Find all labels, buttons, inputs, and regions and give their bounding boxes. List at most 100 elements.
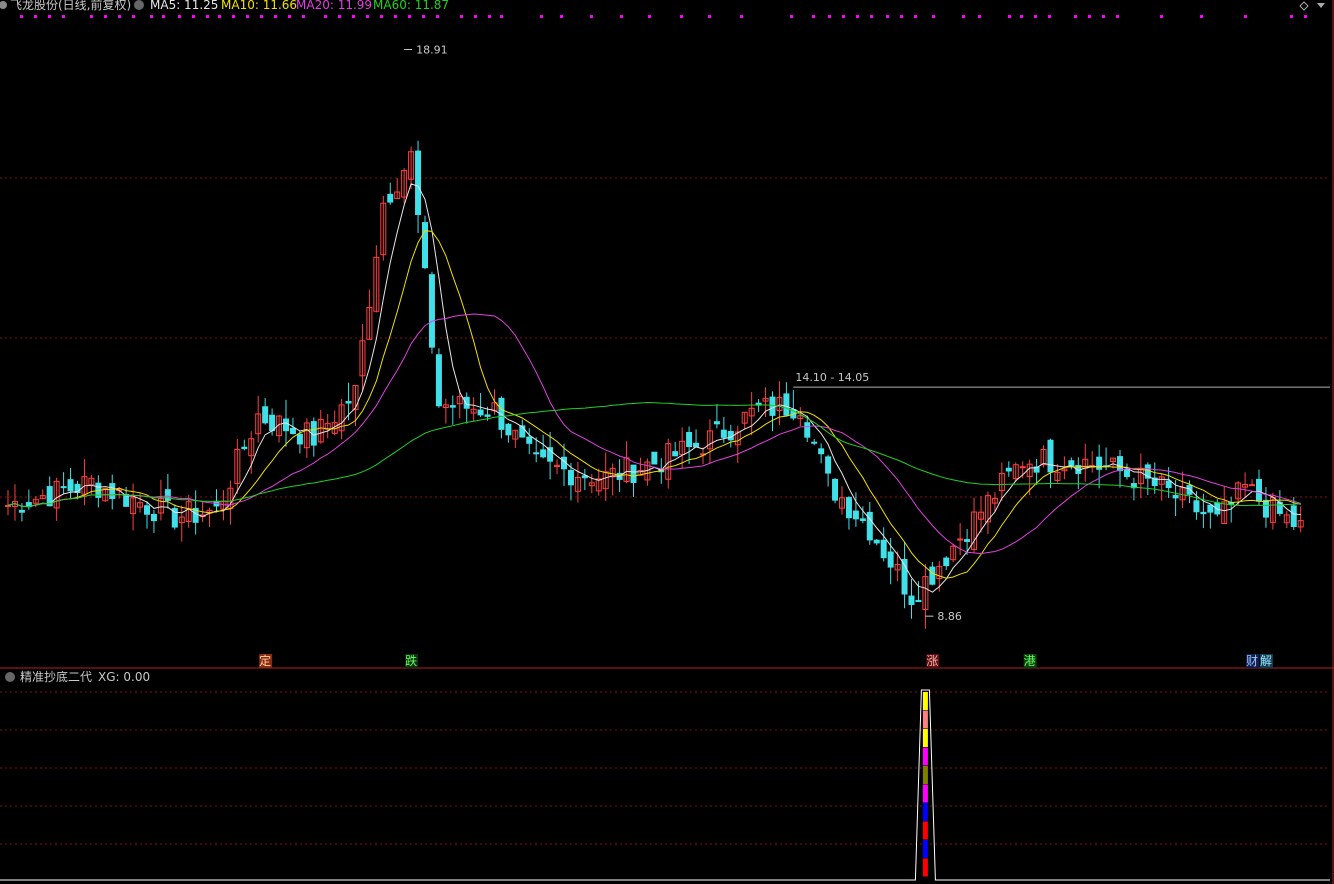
ma-settings-icon[interactable]: [134, 0, 144, 10]
candle-body: [449, 405, 456, 408]
candle-body: [818, 448, 825, 455]
candle-body: [477, 409, 484, 416]
marker-dot: [380, 15, 383, 18]
candle-body: [5, 504, 11, 507]
marker-dot: [48, 15, 51, 18]
marker-dot: [1020, 15, 1023, 18]
indicator-bar-segment: [922, 840, 928, 858]
indicator-bar-segment: [922, 766, 928, 784]
candle-body: [387, 193, 394, 203]
marker-dot: [978, 15, 981, 18]
marker-dot: [1304, 15, 1307, 18]
candle-body: [1096, 456, 1103, 470]
marker-dot: [178, 15, 181, 18]
candle-body: [484, 414, 491, 417]
candle-body: [929, 566, 936, 585]
indicator-settings-icon[interactable]: [5, 672, 15, 682]
chart-background: [0, 0, 1334, 884]
marker-dot: [708, 15, 711, 18]
indicator-bar-segment: [922, 710, 928, 729]
candle-body: [1019, 466, 1026, 469]
marker-dot: [104, 15, 107, 18]
candle-body: [713, 421, 720, 425]
candle-body: [964, 539, 971, 542]
marker-dot: [932, 15, 935, 18]
marker-dot: [62, 15, 65, 18]
indicator-bar-segment: [922, 747, 928, 766]
candle-body: [887, 551, 894, 568]
marker-dot: [1200, 15, 1203, 18]
candle-body: [852, 510, 859, 520]
candle-body: [296, 433, 303, 445]
candle-body: [783, 393, 790, 416]
marker-dot: [132, 15, 135, 18]
marker-dot: [648, 15, 651, 18]
marker-dot: [500, 15, 503, 18]
indicator-title: 精准抄底二代: [20, 669, 92, 684]
candle-body: [1123, 468, 1130, 477]
candle-body: [859, 518, 866, 521]
candle-body: [1249, 484, 1256, 487]
candle-body: [109, 483, 116, 500]
candle-body: [672, 451, 679, 457]
high-price-label: 18.91: [416, 44, 448, 57]
candle-body: [880, 539, 887, 559]
candle-body: [1117, 456, 1123, 472]
candle-body: [533, 452, 540, 455]
marker-dot: [150, 15, 153, 18]
marker-dot: [680, 15, 683, 18]
marker-dot: [460, 15, 463, 18]
low-price-label: 8.86: [937, 610, 962, 623]
marker-dot: [232, 15, 235, 18]
marker-dot: [590, 15, 593, 18]
candle-body: [1172, 494, 1179, 499]
marker-dot: [842, 15, 845, 18]
marker-dot: [812, 15, 815, 18]
marker-dot: [740, 15, 743, 18]
candle-body: [1262, 499, 1269, 518]
event-marker-label: 财: [1246, 654, 1258, 668]
candle-body: [415, 150, 422, 216]
marker-dot: [302, 15, 305, 18]
candle-body: [1005, 467, 1012, 472]
candle-body: [18, 509, 25, 513]
marker-dot: [1074, 15, 1077, 18]
marker-dot: [408, 15, 411, 18]
candle-body: [463, 396, 470, 409]
chart-area[interactable]: 定 跌 涨 港 财解 飞龙股份(日线,前复权) MA5: 11.25 MA10: 11.…: [0, 0, 1334, 884]
marker-dot: [218, 15, 221, 18]
marker-dot: [1160, 15, 1163, 18]
marker-dot: [900, 15, 903, 18]
indicator-value: XG: 0.00: [98, 670, 150, 684]
marker-dot: [560, 15, 563, 18]
candle-body: [825, 456, 832, 474]
marker-dot: [1034, 15, 1037, 18]
marker-dot: [1116, 15, 1119, 18]
marker-dot: [540, 15, 543, 18]
marker-dot: [324, 15, 327, 18]
marker-dot: [206, 15, 209, 18]
marker-dot: [488, 15, 491, 18]
marker-dot: [620, 15, 623, 18]
event-marker-label: 跌: [405, 653, 417, 668]
candle-body: [164, 489, 171, 501]
marker-dot: [1088, 15, 1091, 18]
indicator-bar-segment: [922, 729, 928, 747]
marker-dot: [20, 15, 23, 18]
marker-dot: [352, 15, 355, 18]
marker-dot: [436, 15, 439, 18]
indicator-bar-segment: [922, 858, 928, 877]
candle-body: [630, 464, 637, 483]
marker-dot: [914, 15, 917, 18]
marker-dot: [90, 15, 93, 18]
marker-dot: [1102, 15, 1105, 18]
marker-dot: [856, 15, 859, 18]
range-label: 14.10 - 14.05: [795, 371, 869, 384]
marker-dot: [1244, 15, 1247, 18]
candle-body: [241, 446, 248, 450]
ma20-label: MA20: 11.99: [296, 0, 372, 12]
candle-body: [505, 423, 512, 436]
candle-body: [1186, 484, 1193, 495]
candle-body: [686, 431, 693, 448]
marker-dot: [338, 15, 341, 18]
